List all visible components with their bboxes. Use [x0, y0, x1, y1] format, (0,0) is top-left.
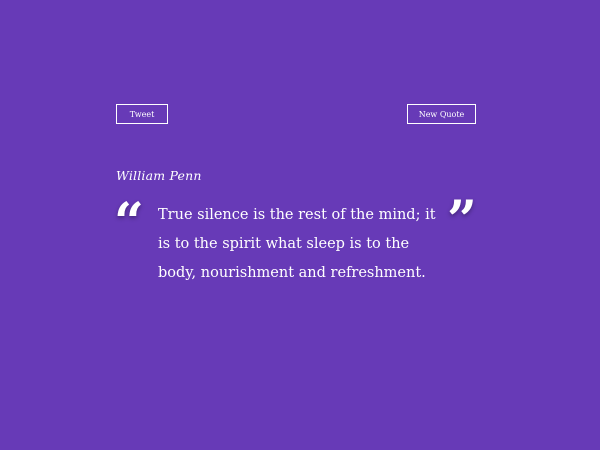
quote-author: William Penn	[116, 168, 202, 183]
tweet-button[interactable]: Tweet	[116, 104, 168, 124]
quote-box: Tweet New Quote William Penn “ True sile…	[114, 104, 477, 304]
open-quote-icon: “	[114, 192, 144, 253]
close-quote-icon: ”	[447, 190, 477, 251]
new-quote-button[interactable]: New Quote	[407, 104, 476, 124]
quote-text: True silence is the rest of the mind; it…	[158, 207, 436, 281]
